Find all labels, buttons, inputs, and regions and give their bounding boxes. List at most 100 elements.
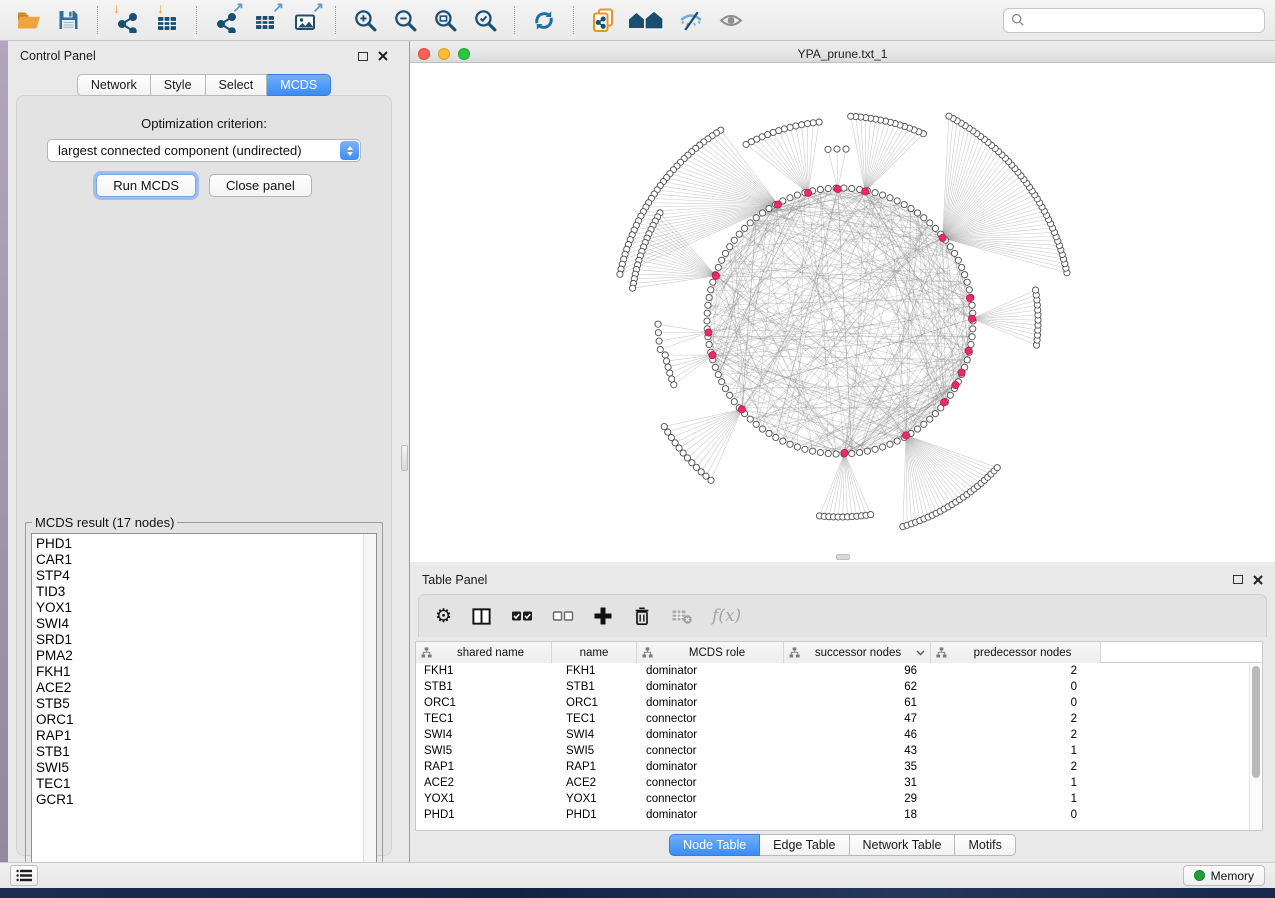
result-list-item[interactable]: STP4 [36, 568, 363, 584]
table-row-swi5[interactable]: SWI5SWI5connector431 [416, 743, 1262, 759]
table-row-stb1[interactable]: STB1STB1dominator620 [416, 679, 1262, 695]
cell-predecessor-nodes: 1 [931, 777, 1101, 789]
deselect-all-icon [552, 608, 574, 624]
result-list-item[interactable]: TEC1 [36, 776, 363, 792]
settings-gear-button[interactable]: ⚙ [435, 604, 452, 628]
zoom-out-button[interactable] [387, 4, 423, 36]
function-builder-button[interactable]: f(x) [712, 604, 741, 628]
clone-network-button[interactable] [585, 4, 621, 36]
delete-row-button[interactable] [632, 604, 652, 628]
column-header-shared-name[interactable]: shared name [416, 642, 552, 663]
close-window-icon[interactable] [378, 51, 388, 61]
table-row-fkh1[interactable]: FKH1FKH1dominator962 [416, 663, 1262, 679]
result-list-item[interactable]: ORC1 [36, 712, 363, 728]
cell-predecessor-nodes: 0 [931, 809, 1101, 821]
column-header-name[interactable]: name [552, 642, 637, 663]
open-file-button[interactable] [10, 4, 46, 36]
result-list-item[interactable]: TID3 [36, 584, 363, 600]
first-neighbors-button[interactable] [625, 4, 669, 36]
export-network-button[interactable]: ↗ [208, 4, 244, 36]
mcds-panel: Optimization criterion: largest connecte… [16, 95, 392, 856]
float-window-icon[interactable] [1233, 575, 1243, 584]
attribute-type-icon [789, 647, 800, 658]
memory-label: Memory [1211, 869, 1254, 883]
delete-table-button[interactable] [671, 604, 693, 628]
table-row-phd1[interactable]: PHD1PHD1dominator180 [416, 807, 1262, 823]
result-list-item[interactable]: STB1 [36, 744, 363, 760]
tab-style[interactable]: Style [151, 74, 206, 96]
result-list-item[interactable]: RAP1 [36, 728, 363, 744]
column-header-mcds-role[interactable]: MCDS role [637, 642, 784, 663]
tab-network[interactable]: Network [77, 74, 151, 96]
network-canvas[interactable] [410, 63, 1275, 562]
cell-mcds-role: connector [637, 713, 784, 725]
tab-motifs[interactable]: Motifs [955, 834, 1015, 856]
result-list-item[interactable]: SRD1 [36, 632, 363, 648]
tab-network-table[interactable]: Network Table [850, 834, 956, 856]
task-history-button[interactable] [10, 865, 38, 886]
import-table-button[interactable]: ↓ [149, 4, 185, 36]
tab-select[interactable]: Select [206, 74, 268, 96]
cell-name: YOX1 [552, 793, 637, 805]
export-table-button[interactable]: ↗ [248, 4, 284, 36]
cell-name: RAP1 [552, 761, 637, 773]
zoom-selected-button[interactable] [467, 4, 503, 36]
result-list-item[interactable]: STB5 [36, 696, 363, 712]
result-list-item[interactable]: YOX1 [36, 600, 363, 616]
result-list-item[interactable]: SWI5 [36, 760, 363, 776]
table-header-row: shared namenameMCDS rolesuccessor nodesp… [416, 642, 1262, 663]
export-image-button[interactable]: ↗ [288, 4, 324, 36]
table-scrollbar-thumb[interactable] [1252, 666, 1260, 778]
result-list-item[interactable]: SWI4 [36, 616, 363, 632]
tab-node-table[interactable]: Node Table [669, 834, 760, 856]
tab-edge-table[interactable]: Edge Table [760, 834, 849, 856]
column-header-predecessor-nodes[interactable]: predecessor nodes [931, 642, 1101, 663]
result-list-item[interactable]: ACE2 [36, 680, 363, 696]
memory-button[interactable]: Memory [1183, 865, 1265, 886]
select-all-button[interactable] [511, 604, 533, 628]
save-session-button[interactable] [50, 4, 86, 36]
delete-table-icon [671, 606, 693, 626]
column-header-successor-nodes[interactable]: successor nodes [784, 642, 931, 663]
float-window-icon[interactable] [358, 52, 368, 61]
result-list-item[interactable]: PHD1 [36, 536, 363, 552]
result-list-item[interactable]: GCR1 [36, 792, 363, 808]
deselect-all-button[interactable] [552, 604, 574, 628]
result-list-scrollbar[interactable] [363, 534, 376, 886]
table-row-yox1[interactable]: YOX1YOX1connector291 [416, 791, 1262, 807]
table-row-rap1[interactable]: RAP1RAP1dominator352 [416, 759, 1262, 775]
horizontal-splitter-handle[interactable] [836, 554, 850, 560]
search-input[interactable] [1030, 13, 1257, 27]
optimization-criterion-dropdown[interactable]: largest connected component (undirected) [47, 139, 361, 162]
result-list-item[interactable]: PMA2 [36, 648, 363, 664]
import-network-button[interactable]: ↓ [109, 4, 145, 36]
cell-predecessor-nodes: 1 [931, 745, 1101, 757]
table-row-swi4[interactable]: SWI4SWI4dominator462 [416, 727, 1262, 743]
refresh-view-button[interactable] [526, 4, 562, 36]
table-row-orc1[interactable]: ORC1ORC1dominator610 [416, 695, 1262, 711]
cell-shared-name: PHD1 [416, 809, 552, 821]
close-window-icon[interactable] [1253, 575, 1263, 585]
vertical-splitter[interactable] [400, 41, 410, 862]
network-graph[interactable] [410, 63, 1275, 562]
table-scrollbar[interactable] [1249, 663, 1262, 830]
toolbar-separator [573, 6, 574, 34]
run-mcds-button[interactable]: Run MCDS [96, 174, 196, 197]
result-list-item[interactable]: FKH1 [36, 664, 363, 680]
result-list-item[interactable]: CAR1 [36, 552, 363, 568]
zoom-in-button[interactable] [347, 4, 383, 36]
cell-mcds-role: dominator [637, 729, 784, 741]
add-row-button[interactable] [593, 604, 613, 628]
columns-icon [471, 606, 492, 627]
zoom-fit-button[interactable] [427, 4, 463, 36]
show-all-button[interactable] [713, 4, 749, 36]
table-row-tec1[interactable]: TEC1TEC1connector472 [416, 711, 1262, 727]
tab-mcds[interactable]: MCDS [267, 74, 331, 96]
hide-selected-button[interactable] [673, 4, 709, 36]
table-row-ace2[interactable]: ACE2ACE2connector311 [416, 775, 1262, 791]
close-panel-button[interactable]: Close panel [209, 174, 312, 197]
network-window-titlebar[interactable]: YPA_prune.txt_1 [410, 45, 1275, 63]
splitter-handle[interactable] [401, 445, 408, 471]
mcds-result-title: MCDS result (17 nodes) [32, 515, 177, 530]
show-columns-button[interactable] [471, 604, 492, 628]
